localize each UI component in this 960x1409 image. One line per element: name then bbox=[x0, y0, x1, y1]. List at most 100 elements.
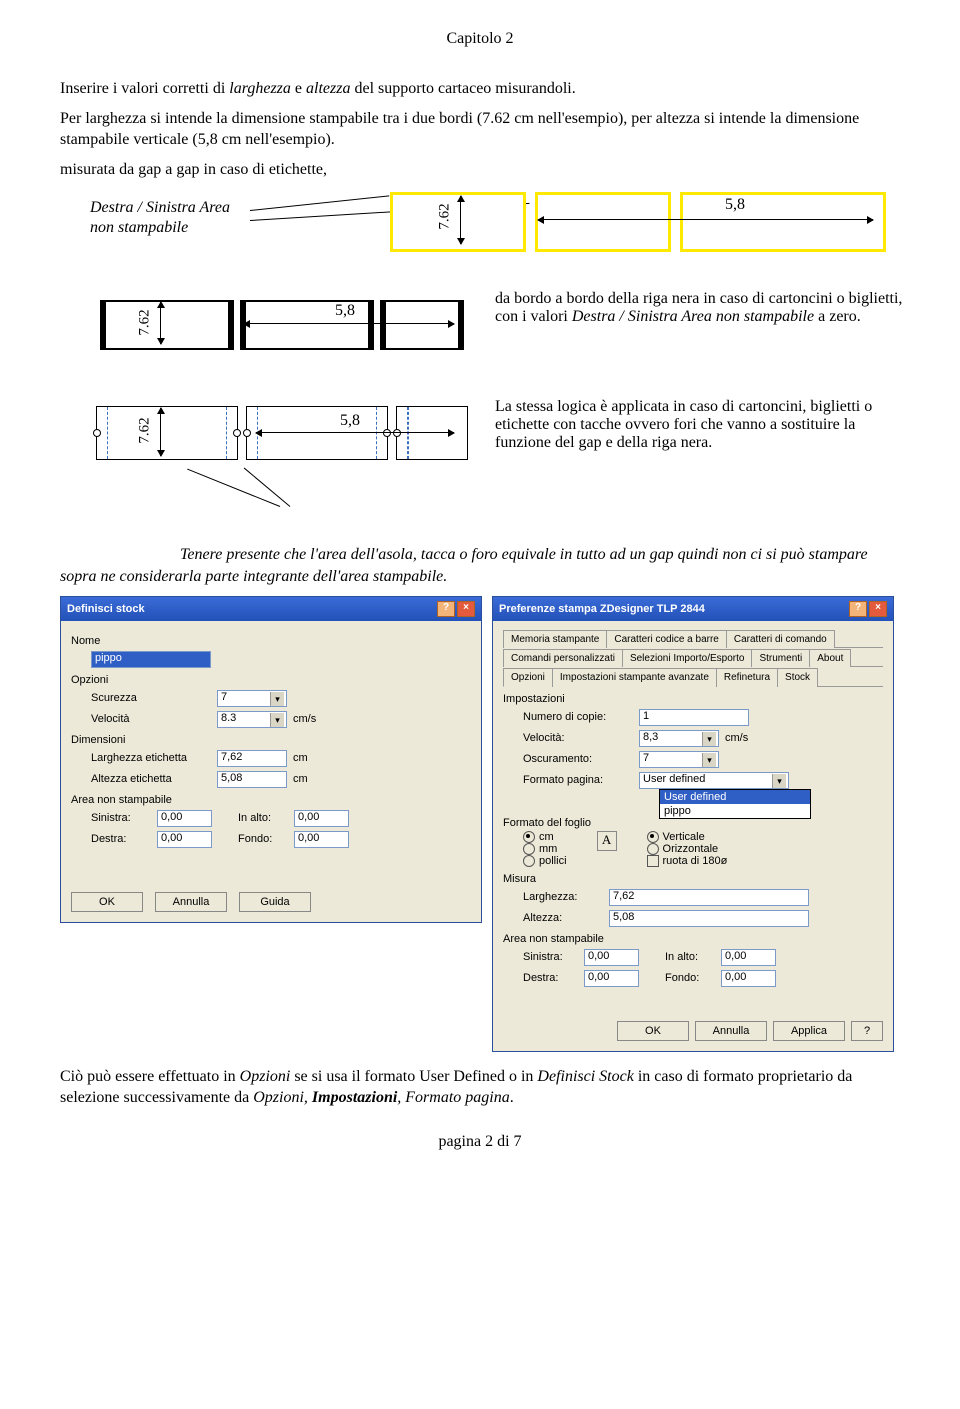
ok-button[interactable]: OK bbox=[71, 892, 143, 912]
group-nome: Nome bbox=[71, 635, 471, 647]
tab[interactable]: Selezioni Importo/Esporto bbox=[622, 649, 753, 667]
formato-select[interactable]: User defined bbox=[639, 772, 789, 789]
unit-label: cm/s bbox=[725, 732, 748, 744]
unit-label: cm bbox=[293, 773, 308, 785]
tab-opzioni[interactable]: Opzioni bbox=[503, 668, 553, 687]
help-icon[interactable]: ? bbox=[437, 601, 455, 617]
radio-verticale[interactable]: Verticale bbox=[647, 831, 728, 843]
fondo-input[interactable]: 0,00 bbox=[294, 831, 349, 848]
tab[interactable]: Memoria stampante bbox=[503, 630, 607, 648]
destra-input[interactable]: 0,00 bbox=[584, 970, 639, 987]
dropdown-item[interactable]: User defined bbox=[660, 790, 810, 804]
radio-orizzontale[interactable]: Orizzontale bbox=[647, 843, 728, 855]
velocita-select[interactable]: 8.3 bbox=[217, 711, 287, 728]
dimension-arrow-h bbox=[538, 219, 873, 220]
radio-pollici[interactable]: pollici bbox=[523, 855, 567, 867]
dimension-label: 5,8 bbox=[725, 196, 745, 214]
velocita-select[interactable]: 8,3 bbox=[639, 730, 719, 747]
group-dimensioni: Dimensioni bbox=[71, 734, 471, 746]
formato-dropdown-list[interactable]: User defined pippo bbox=[659, 789, 811, 819]
close-icon[interactable]: × bbox=[869, 601, 887, 617]
label-shape bbox=[680, 192, 886, 252]
oscuramento-select[interactable]: 7 bbox=[639, 751, 719, 768]
label-shape bbox=[535, 192, 671, 252]
tab[interactable]: Refinetura bbox=[716, 668, 778, 687]
tab[interactable]: Impostazioni stampante avanzate bbox=[552, 668, 717, 687]
titlebar: Definisci stock ? × bbox=[61, 597, 481, 621]
guide-button[interactable]: Guida bbox=[239, 892, 311, 912]
diagram-caption: Destra / Sinistra Area non stampabile bbox=[90, 198, 230, 236]
cancel-button[interactable]: Annulla bbox=[695, 1021, 767, 1041]
diagram-labels-yellow: Destra / Sinistra Area non stampabile 7.… bbox=[60, 190, 900, 270]
inalto-input[interactable]: 0,00 bbox=[721, 949, 776, 966]
text: a zero. bbox=[814, 308, 861, 325]
diagram-notches: 7.62 5,8 La stessa logica è applicata in… bbox=[60, 398, 900, 488]
label-oscuramento: Oscuramento: bbox=[523, 753, 633, 765]
label-velocita: Velocità bbox=[91, 713, 211, 725]
group-impostazioni: Impostazioni bbox=[503, 693, 883, 705]
label-inalto: In alto: bbox=[665, 951, 715, 963]
dialog-title: Preferenze stampa ZDesigner TLP 2844 bbox=[499, 603, 705, 615]
titlebar: Preferenze stampa ZDesigner TLP 2844 ? × bbox=[493, 597, 893, 621]
pointer-lines bbox=[60, 506, 900, 536]
tab[interactable]: Strumenti bbox=[751, 649, 810, 667]
ok-button[interactable]: OK bbox=[617, 1021, 689, 1041]
radio-cm[interactable]: cm bbox=[523, 831, 567, 843]
radio-label: Verticale bbox=[663, 831, 705, 843]
dialog-title: Definisci stock bbox=[67, 603, 145, 615]
radio-label: Orizzontale bbox=[663, 843, 719, 855]
fondo-input[interactable]: 0,00 bbox=[721, 970, 776, 987]
dimension-label: 7.62 bbox=[137, 310, 154, 336]
tabs-row-2: Comandi personalizzati Selezioni Importo… bbox=[503, 648, 883, 667]
help-button[interactable]: ? bbox=[851, 1021, 883, 1041]
sinistra-input[interactable]: 0,00 bbox=[584, 949, 639, 966]
text-italic: larghezza bbox=[229, 80, 291, 97]
pointer-line bbox=[250, 196, 389, 212]
group-area: Area non stampabile bbox=[71, 794, 471, 806]
chapter-heading: Capitolo 2 bbox=[60, 30, 900, 48]
help-icon[interactable]: ? bbox=[849, 601, 867, 617]
page-footer: pagina 2 di 7 bbox=[60, 1133, 900, 1151]
text-bold-italic: Impostazioni bbox=[312, 1089, 397, 1106]
diagram-side-text: La stessa logica è applicata in caso di … bbox=[495, 398, 905, 452]
orientation-icon: A bbox=[597, 831, 617, 851]
label-shape bbox=[100, 300, 234, 350]
label-altezza: Altezza etichetta bbox=[91, 773, 211, 785]
nome-input[interactable]: pippo bbox=[91, 651, 211, 668]
sinistra-input[interactable]: 0,00 bbox=[157, 810, 212, 827]
caption-line: Destra / Sinistra Area bbox=[90, 199, 230, 216]
paragraph-1: Inserire i valori corretti di larghezza … bbox=[60, 78, 900, 100]
apply-button[interactable]: Applica bbox=[773, 1021, 845, 1041]
check-label: ruota di 180ø bbox=[663, 855, 728, 867]
inalto-input[interactable]: 0,00 bbox=[294, 810, 349, 827]
caption-line: non stampabile bbox=[90, 219, 188, 236]
note-italic: Tenere presente che l'area dell'asola, t… bbox=[60, 544, 900, 587]
close-icon[interactable]: × bbox=[457, 601, 475, 617]
label-velocita: Velocità: bbox=[523, 732, 633, 744]
unit-label: cm bbox=[293, 752, 308, 764]
destra-input[interactable]: 0,00 bbox=[157, 831, 212, 848]
tab[interactable]: Comandi personalizzati bbox=[503, 649, 623, 667]
tab[interactable]: Stock bbox=[777, 668, 818, 687]
tab[interactable]: About bbox=[809, 649, 851, 667]
larghezza-input[interactable]: 7,62 bbox=[217, 750, 287, 767]
text: se si usa il formato User Defined o in bbox=[290, 1068, 537, 1085]
altezza-input[interactable]: 5,08 bbox=[217, 771, 287, 788]
group-opzioni: Opzioni bbox=[71, 674, 471, 686]
dimension-label: 7.62 bbox=[437, 204, 454, 230]
check-ruota180[interactable]: ruota di 180ø bbox=[647, 855, 728, 867]
dropdown-item[interactable]: pippo bbox=[660, 804, 810, 818]
unit-label: cm/s bbox=[293, 713, 316, 725]
label-altezza: Altezza: bbox=[523, 912, 603, 924]
label-larghezza: Larghezza etichetta bbox=[91, 752, 211, 764]
tab[interactable]: Caratteri codice a barre bbox=[606, 630, 727, 648]
radio-mm[interactable]: mm bbox=[523, 843, 567, 855]
radio-label: cm bbox=[539, 831, 554, 843]
copie-input[interactable]: 1 bbox=[639, 709, 749, 726]
cancel-button[interactable]: Annulla bbox=[155, 892, 227, 912]
altezza-input[interactable]: 5,08 bbox=[609, 910, 809, 927]
tab[interactable]: Caratteri di comando bbox=[726, 630, 835, 648]
larghezza-input[interactable]: 7,62 bbox=[609, 889, 809, 906]
text-italic: Opzioni bbox=[240, 1068, 291, 1085]
scurezza-select[interactable]: 7 bbox=[217, 690, 287, 707]
